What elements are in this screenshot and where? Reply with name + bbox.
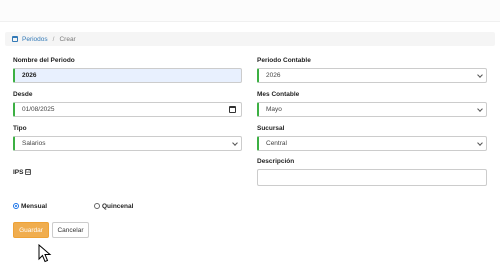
chevron-down-icon [477, 106, 483, 112]
sucursal-select[interactable]: Central [257, 136, 487, 151]
mouse-cursor-icon [38, 244, 52, 263]
descripcion-textarea[interactable] [257, 169, 487, 186]
sucursal-value: Central [266, 140, 287, 147]
nombre-label: Nombre del Periodo [13, 57, 75, 64]
breadcrumb-current: Crear [59, 35, 76, 43]
breadcrumb-separator: / [52, 35, 55, 43]
mes-contable-label: Mes Contable [257, 91, 300, 98]
tipo-value: Salarios [22, 140, 46, 147]
mes-contable-value: Mayo [266, 106, 282, 113]
desde-date-input[interactable]: 01/08/2025 [13, 102, 242, 117]
desde-label: Desde [13, 91, 33, 98]
nombre-input[interactable]: 2026 [13, 68, 242, 83]
breadcrumb-link-periodos[interactable]: Periodos [22, 36, 48, 43]
ips-checkbox[interactable]: ☑ [25, 169, 31, 175]
mes-contable-select[interactable]: Mayo [257, 102, 487, 117]
desde-value: 01/08/2025 [22, 106, 55, 113]
ips-label: IPS [13, 169, 24, 176]
descripcion-label: Descripción [257, 158, 295, 165]
mensual-label: Mensual [21, 203, 48, 210]
calendar-icon[interactable] [229, 106, 236, 113]
chevron-down-icon [477, 72, 483, 78]
quincenal-label: Quincenal [102, 203, 134, 210]
quincenal-radio[interactable] [94, 203, 100, 209]
periodo-contable-select[interactable]: 2026 [257, 68, 487, 83]
cancel-button[interactable]: Cancelar [52, 222, 89, 238]
sucursal-label: Sucursal [257, 125, 285, 132]
calendar-icon [12, 36, 18, 42]
top-bar [0, 0, 500, 22]
periodo-contable-value: 2026 [266, 72, 281, 79]
mensual-radio[interactable] [13, 203, 19, 209]
breadcrumb: Periodos / Crear [5, 32, 495, 46]
nombre-value: 2026 [22, 72, 37, 79]
save-button[interactable]: Guardar [13, 222, 49, 238]
chevron-down-icon [477, 140, 483, 146]
periodo-contable-label: Periodo Contable [257, 57, 311, 64]
tipo-label: Tipo [13, 125, 27, 132]
chevron-down-icon [232, 140, 238, 146]
tipo-select[interactable]: Salarios [13, 136, 242, 151]
